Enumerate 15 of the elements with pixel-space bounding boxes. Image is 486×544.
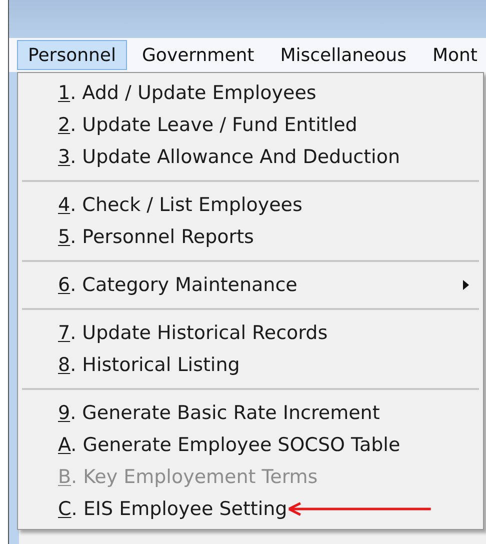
menu-item[interactable]: 1. Add / Update Employees [58, 78, 316, 108]
menu-item[interactable]: 6. Category Maintenance [58, 270, 298, 300]
menu-item[interactable]: 4. Check / List Employees [58, 190, 302, 220]
menu-item[interactable]: 9. Generate Basic Rate Increment [58, 398, 380, 428]
menu-item[interactable]: 2. Update Leave / Fund Entitled [58, 110, 358, 140]
menu-item[interactable]: 8. Historical Listing [58, 350, 240, 380]
menu-item[interactable]: 7. Update Historical Records [58, 318, 328, 348]
menu-item[interactable]: C. EIS Employee Setting [58, 494, 288, 524]
menu-bar-item[interactable]: Personnel [17, 40, 127, 70]
menu-item[interactable]: 5. Personnel Reports [58, 222, 254, 252]
menu-item[interactable]: A. Generate Employee SOCSO Table [58, 430, 400, 460]
menu-item[interactable]: 3. Update Allowance And Deduction [58, 142, 400, 172]
menu-bar-item[interactable]: Government [130, 40, 266, 70]
menu-bar-item[interactable]: Mont [421, 40, 486, 70]
menu-bar-item[interactable]: Miscellaneous [269, 40, 418, 70]
